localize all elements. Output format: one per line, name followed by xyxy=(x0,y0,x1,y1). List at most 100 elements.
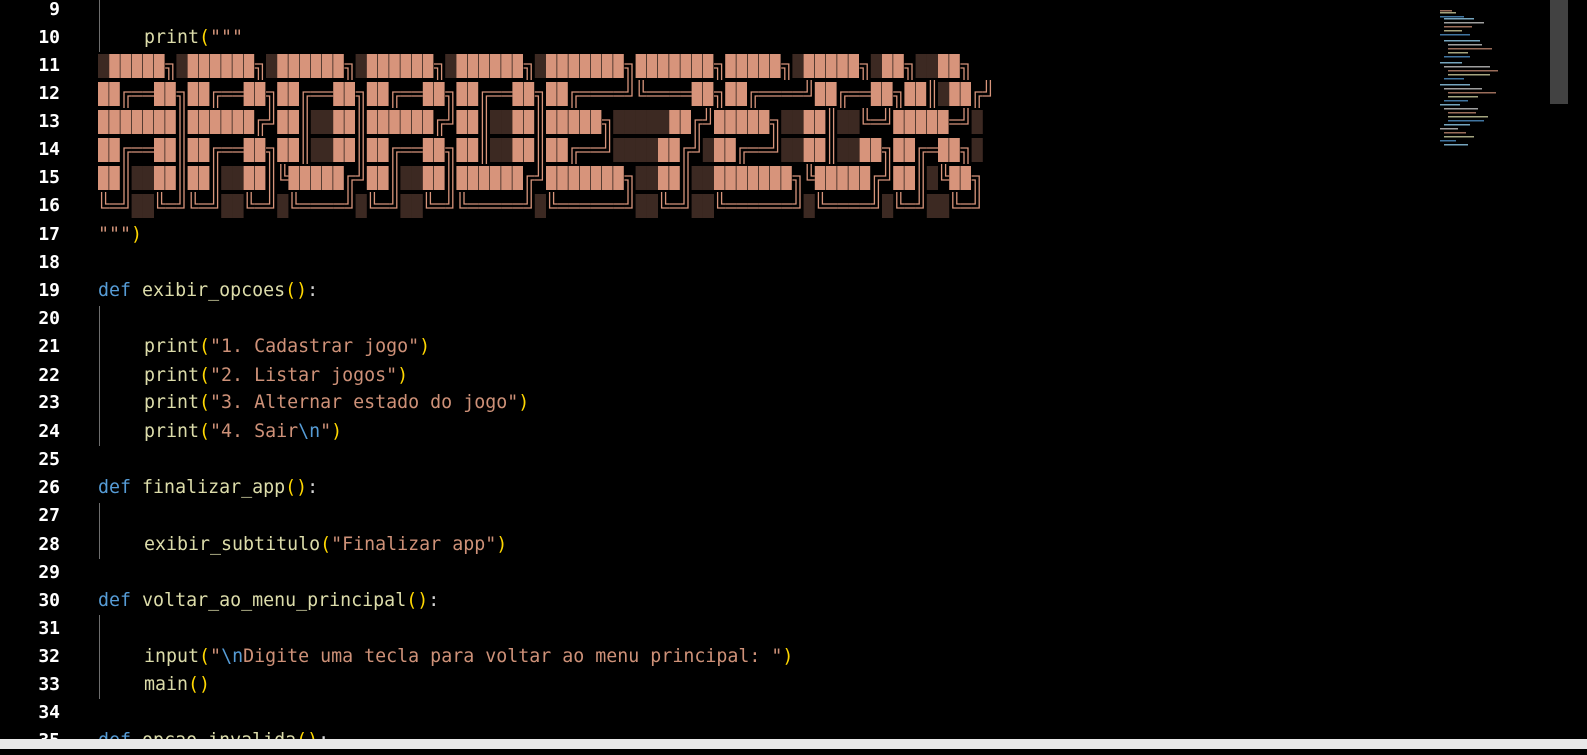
banner-shade xyxy=(702,194,714,218)
banner-block xyxy=(893,110,904,134)
minimap-line xyxy=(1444,30,1462,32)
banner-shade xyxy=(310,110,322,134)
banner-line xyxy=(862,108,871,125)
minimap-line xyxy=(1444,88,1482,90)
banner-block xyxy=(344,110,355,134)
banner-block xyxy=(859,138,871,162)
banner-block xyxy=(669,54,680,78)
banner-line xyxy=(590,203,602,209)
banner-block xyxy=(702,82,714,106)
banner-block xyxy=(198,54,210,78)
banner-block xyxy=(322,166,333,190)
banner-block xyxy=(232,54,243,78)
minimap-line xyxy=(1448,52,1468,54)
banner-block xyxy=(187,54,199,78)
print-call: print xyxy=(144,421,200,442)
banner-line xyxy=(266,108,275,125)
parens: () xyxy=(406,590,429,611)
banner-shade xyxy=(501,138,513,162)
banner-line xyxy=(212,91,222,108)
banner-block xyxy=(512,54,523,78)
string-literal: """ xyxy=(210,27,244,48)
banner-shade xyxy=(926,166,938,190)
banner-line xyxy=(400,91,412,97)
banner-line xyxy=(445,147,454,164)
close-paren: ) xyxy=(782,646,794,667)
code-editor[interactable]: 9 10 11 12 13 14 15 16 17 18 19 20 21 22 23 24 25 26 27 28 2… xyxy=(0,0,1587,751)
open-paren: ( xyxy=(199,365,211,386)
banner-line xyxy=(355,164,364,181)
banner-line xyxy=(333,203,345,209)
minimap-line xyxy=(1440,128,1458,130)
banner-block xyxy=(411,110,423,134)
indent-guide xyxy=(99,615,100,699)
parens: () xyxy=(285,477,308,498)
banner-line xyxy=(848,203,860,209)
banner-shade xyxy=(635,138,647,162)
banner-shade xyxy=(322,138,334,162)
banner-block xyxy=(322,54,333,78)
banner-block xyxy=(579,110,591,134)
banner-block xyxy=(904,166,915,190)
banner-line xyxy=(736,203,748,209)
banner-line xyxy=(501,203,513,209)
banner-line xyxy=(882,147,891,164)
banner-block xyxy=(378,110,389,134)
banner-shade xyxy=(411,166,423,190)
banner-line xyxy=(590,91,602,97)
banner-block xyxy=(243,110,255,134)
vertical-scrollbar[interactable] xyxy=(1550,0,1568,749)
horizontal-scrollbar-track xyxy=(0,739,1587,749)
banner-line xyxy=(344,192,353,209)
banner-line xyxy=(448,164,454,192)
banner-block xyxy=(658,166,669,190)
banner-block xyxy=(714,138,725,162)
minimap[interactable] xyxy=(1432,0,1550,749)
function-call: main xyxy=(144,674,189,695)
banner-block xyxy=(378,138,389,162)
banner-shade xyxy=(938,194,950,218)
banner-block xyxy=(893,166,904,190)
banner-block xyxy=(613,166,624,190)
banner-line xyxy=(322,91,334,97)
banner-line xyxy=(425,192,434,209)
banner-block xyxy=(98,110,109,134)
banner-line xyxy=(212,147,222,164)
banner-block xyxy=(422,54,434,78)
banner-line xyxy=(523,63,532,80)
print-call: print xyxy=(144,336,200,357)
banner-block xyxy=(770,54,781,78)
banner-line xyxy=(739,147,748,164)
banner-block xyxy=(814,166,826,190)
banner-line xyxy=(302,108,308,136)
banner-block xyxy=(938,138,949,162)
banner-line xyxy=(828,136,835,164)
code-line-10: print(""" xyxy=(144,24,243,52)
banner-line xyxy=(781,203,793,209)
banner-block xyxy=(658,54,669,78)
banner-block xyxy=(568,110,579,134)
close-paren: ) xyxy=(131,224,143,245)
banner-line xyxy=(747,147,759,153)
banner-line xyxy=(806,164,815,181)
code-line-32: input("\nDigite uma tecla para voltar ao… xyxy=(144,643,793,671)
banner-line xyxy=(179,164,185,192)
banner-line xyxy=(716,192,726,209)
minimap-line xyxy=(1444,124,1470,126)
banner-shade xyxy=(221,166,233,190)
code-line-23: print("3. Alternar estado do jogo") xyxy=(144,389,529,417)
banner-line xyxy=(624,80,633,97)
banner-block xyxy=(658,138,669,162)
banner-block xyxy=(915,110,927,134)
banner-line xyxy=(310,203,322,209)
banner-block xyxy=(680,110,691,134)
banner-line xyxy=(232,91,244,97)
code-area[interactable]: print(""" """) def exibir_opcoes(): prin… xyxy=(0,0,1430,749)
string-literal: "1. Cadastrar jogo" xyxy=(210,336,420,357)
banner-shade xyxy=(445,54,457,78)
scrollbar-thumb[interactable] xyxy=(1550,0,1568,104)
banner-block xyxy=(725,166,736,190)
banner-block xyxy=(736,166,747,190)
banner-block xyxy=(277,110,288,134)
banner-line xyxy=(747,203,759,209)
